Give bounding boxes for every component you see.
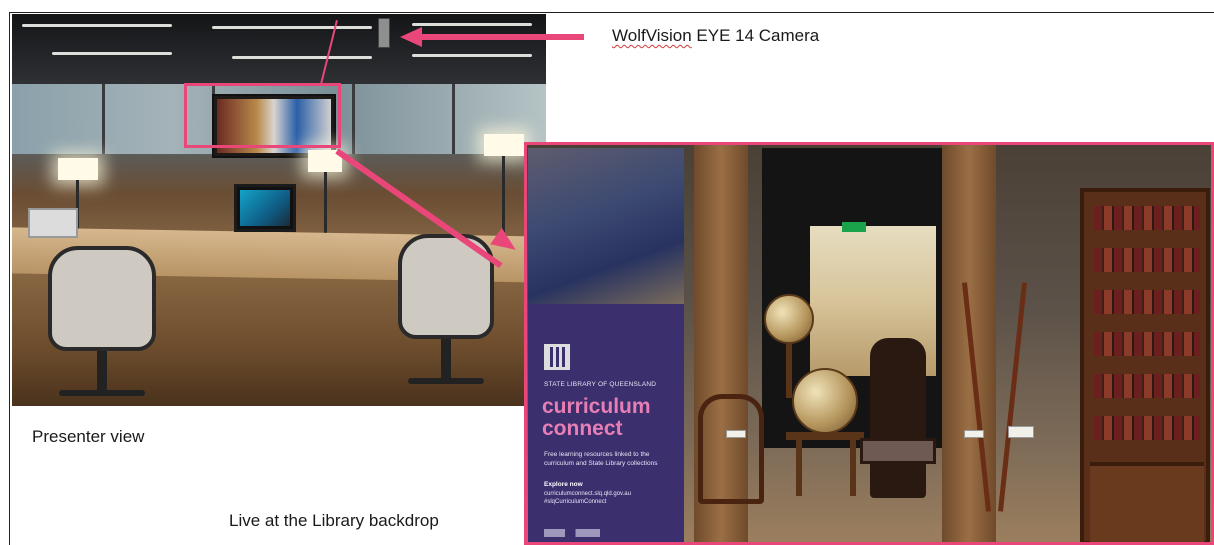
book-row [1094,374,1200,398]
presenter-monitor [234,184,296,232]
banner-title-line1: curriculum [542,395,651,418]
book-row [1094,332,1200,356]
ceiling-light [232,56,372,59]
window-mullion [452,84,455,154]
camera-brand: WolfVision [612,26,692,45]
screen-highlight-box [184,83,341,148]
bookcase-cabinet [1090,462,1204,542]
camera-pointer-arrow-shaft [420,34,584,40]
ceiling-light [412,54,532,57]
chair-back [48,246,156,351]
library-backdrop-photo: STATE LIBRARY OF QUEENSLAND curriculum c… [524,142,1214,545]
curriculum-connect-banner: STATE LIBRARY OF QUEENSLAND curriculum c… [528,148,684,545]
ceiling-light [22,24,172,27]
exit-sign [842,222,866,232]
book-row [1094,416,1200,440]
easel-leg [997,282,1028,512]
frame-left-rule [9,12,10,545]
globe-table-leg [796,440,802,496]
banner-explore-label: Explore now [544,481,583,488]
book-row [1094,206,1200,230]
chair-feet [58,390,146,396]
softbox-light [484,134,524,156]
camera-caption: WolfVision EYE 14 Camera [612,26,819,46]
book-row [1094,248,1200,272]
banner-photo [528,148,684,304]
library-backdrop-caption: Live at the Library backdrop [229,511,439,530]
camera-model: EYE 14 Camera [691,26,820,45]
wooden-side-chair [698,394,764,504]
globe-table [786,432,864,440]
monitor-screen [240,190,290,226]
exhibit-label [1008,426,1034,438]
presenter-view-caption: Presenter view [32,427,145,446]
softbox-light [58,158,98,180]
antique-globe-upper [764,294,814,344]
ceiling-camera [378,18,390,48]
book-row [1094,290,1200,314]
frame-top-rule [9,12,1214,13]
office-chair-left [48,246,156,396]
exhibit-label [726,430,746,438]
banner-url: curriculumconnect.slq.qld.gov.au #slqCur… [544,491,631,505]
office-chair-right [398,234,494,384]
light-stand [324,172,327,242]
banner-title-line2: connect [542,417,623,440]
ceiling-light [52,52,172,55]
window-mullion [352,84,355,154]
camera-pointer-arrowhead [400,27,422,47]
chair-feet [407,378,485,384]
antique-bookcase [1080,188,1210,545]
banner-title: curriculum connect [542,396,651,440]
ceiling-light [412,23,532,26]
banner-eyebrow: STATE LIBRARY OF QUEENSLAND [544,381,657,388]
qr-code-icon [544,344,570,370]
globe-table-leg [850,440,856,496]
antique-globe-lower [792,368,858,434]
carved-chair-seat [860,438,936,464]
banner-logos [544,529,614,537]
exhibit-label [964,430,984,438]
window-mullion [102,84,105,154]
banner-body: Free learning resources linked to the cu… [544,451,658,467]
presenter-view-photo [12,14,546,406]
globe-stand [786,344,792,398]
laptop [28,208,78,238]
ceiling-light [212,26,372,29]
carved-chair-back [870,338,926,498]
